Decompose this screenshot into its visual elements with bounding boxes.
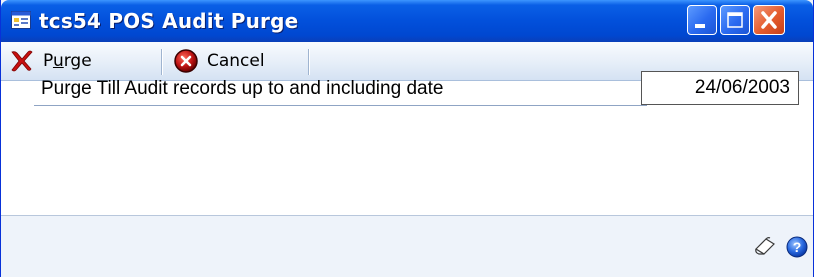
purge-date-field[interactable] [641, 71, 799, 105]
close-button[interactable] [753, 5, 785, 35]
cancel-circle-icon [174, 49, 198, 73]
purge-label-prefix: P [43, 51, 53, 71]
cancel-label: Cancel [207, 51, 265, 71]
dialog-window: tcs54 POS Audit Purge Purge Cancel Purge… [0, 0, 814, 277]
note-icon[interactable] [753, 235, 777, 259]
red-x-icon [11, 50, 33, 72]
maximize-icon [727, 12, 743, 28]
purge-label-mnemonic: u [52, 51, 64, 71]
svg-text:?: ? [793, 239, 802, 255]
maximize-button[interactable] [720, 5, 750, 35]
window-form-icon[interactable] [11, 11, 31, 29]
purge-button[interactable]: Purge [9, 42, 92, 80]
purge-label: Purge [43, 51, 92, 71]
purge-label-suffix: rge [63, 51, 92, 71]
toolbar-separator [308, 49, 310, 75]
close-icon [761, 11, 777, 29]
minimize-button[interactable] [687, 5, 717, 35]
title-bar[interactable]: tcs54 POS Audit Purge [1, 0, 813, 42]
label-underline [34, 105, 647, 106]
help-icon[interactable]: ? [785, 235, 809, 259]
purge-date-label: Purge Till Audit records up to and inclu… [41, 78, 444, 99]
cancel-button[interactable]: Cancel [173, 42, 265, 80]
window-title: tcs54 POS Audit Purge [39, 9, 299, 33]
toolbar-separator [161, 49, 163, 75]
status-bar [1, 216, 813, 277]
minimize-icon [695, 24, 705, 28]
